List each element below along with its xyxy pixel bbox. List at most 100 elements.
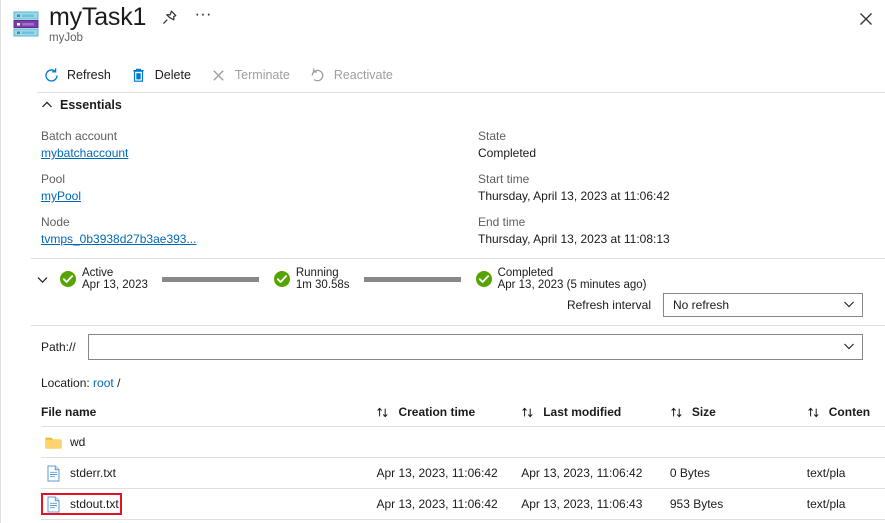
reactivate-button: Reactivate xyxy=(304,60,403,90)
terminate-button-label: Terminate xyxy=(234,68,290,82)
start-time-value: Thursday, April 13, 2023 at 11:06:42 xyxy=(478,189,670,203)
cell-file-name: wd xyxy=(41,431,376,453)
file-name-link[interactable]: stdout.txt xyxy=(41,493,122,515)
node-link[interactable]: tvmps_0b3938d27b3ae393... xyxy=(41,232,196,246)
sort-icon[interactable] xyxy=(807,406,820,419)
cell-creation-time: Apr 13, 2023, 11:06:42 xyxy=(376,497,498,511)
batch-task-icon xyxy=(11,10,41,38)
essentials-field-pool: Pool myPool xyxy=(41,171,461,205)
chevron-down-icon xyxy=(842,297,856,314)
table-header-row: File name Creation time Last modified Si… xyxy=(41,398,885,427)
terminate-icon xyxy=(209,65,229,85)
essentials-label: Essentials xyxy=(60,98,122,112)
timeline-connector-1 xyxy=(161,276,259,282)
refresh-interval-select[interactable]: No refresh xyxy=(663,293,863,317)
ellipsis-icon[interactable]: ··· xyxy=(193,5,213,28)
pool-link[interactable]: myPool xyxy=(41,189,81,203)
path-label: Path:// xyxy=(41,340,76,354)
terminate-button: Terminate xyxy=(205,60,300,90)
cell-last-modified: Apr 13, 2023, 11:06:43 xyxy=(521,497,643,511)
check-circle-icon xyxy=(59,270,77,288)
timeline-stage-running-text: Running 1m 30.58s xyxy=(296,267,350,292)
pool-label: Pool xyxy=(41,172,66,186)
timeline-stage-completed-name: Completed xyxy=(497,266,554,279)
delete-icon xyxy=(129,65,149,85)
refresh-button[interactable]: Refresh xyxy=(37,60,121,90)
reactivate-button-label: Reactivate xyxy=(333,68,393,82)
page-subtitle: myJob xyxy=(49,32,83,44)
refresh-button-label: Refresh xyxy=(67,68,111,82)
path-combobox[interactable] xyxy=(87,334,863,360)
cell-content-type: text/pla xyxy=(806,497,846,511)
file-name-text: wd xyxy=(70,435,86,449)
state-value: Completed xyxy=(478,146,537,160)
column-header-file-name-label: File name xyxy=(41,405,97,419)
table-row[interactable]: stdout.txt Apr 13, 2023, 11:06:42 Apr 13… xyxy=(41,489,885,520)
end-time-value: Thursday, April 13, 2023 at 11:08:13 xyxy=(478,232,670,246)
timeline-stage-completed-detail: Apr 13, 2023 (5 minutes ago) xyxy=(497,279,647,291)
essentials-right-column: State Completed Start time Thursday, Apr… xyxy=(478,128,858,257)
essentials-field-start-time: Start time Thursday, April 13, 2023 at 1… xyxy=(478,171,858,205)
cell-size: 0 Bytes xyxy=(669,466,710,480)
cell-size: 953 Bytes xyxy=(669,497,724,511)
close-icon[interactable] xyxy=(855,8,877,30)
cell-content-type: text/pla xyxy=(806,466,846,480)
chevron-down-icon[interactable] xyxy=(31,268,53,290)
start-time-label: Start time xyxy=(478,172,530,186)
state-label: State xyxy=(478,129,507,143)
chevron-down-icon[interactable] xyxy=(842,339,856,356)
column-header-last-modified[interactable]: Last modified xyxy=(521,405,670,419)
column-header-last-modified-label: Last modified xyxy=(543,405,622,419)
column-header-creation-time[interactable]: Creation time xyxy=(376,405,521,419)
delete-button[interactable]: Delete xyxy=(125,60,201,90)
batch-account-label: Batch account xyxy=(41,129,118,143)
sort-icon[interactable] xyxy=(670,406,683,419)
sort-icon[interactable] xyxy=(521,406,534,419)
column-header-creation-time-label: Creation time xyxy=(398,405,476,419)
path-input[interactable] xyxy=(96,339,842,355)
pin-icon[interactable] xyxy=(159,8,179,28)
refresh-interval-value: No refresh xyxy=(673,298,730,312)
column-header-content-type-label: Conten xyxy=(828,405,871,419)
timeline-stage-completed: Completed Apr 13, 2023 (5 minutes ago) xyxy=(475,267,647,292)
essentials-field-state: State Completed xyxy=(478,128,858,162)
file-table: File name Creation time Last modified Si… xyxy=(41,398,885,520)
column-header-content-type[interactable]: Conten xyxy=(807,405,885,419)
page-title: myTask1 xyxy=(49,3,147,31)
column-header-size[interactable]: Size xyxy=(670,405,807,419)
essentials-section-toggle[interactable]: Essentials xyxy=(41,98,122,112)
table-row[interactable]: stderr.txt Apr 13, 2023, 11:06:42 Apr 13… xyxy=(41,458,885,489)
cell-creation-time: Apr 13, 2023, 11:06:42 xyxy=(376,466,498,480)
timeline-stage-completed-text: Completed Apr 13, 2023 (5 minutes ago) xyxy=(498,267,647,292)
command-bar-divider xyxy=(37,92,885,93)
timeline-stage-active: Active Apr 13, 2023 xyxy=(59,267,148,292)
batch-account-link[interactable]: mybatchaccount xyxy=(41,146,128,160)
check-circle-icon xyxy=(475,270,493,288)
timeline-stage-running-name: Running xyxy=(295,266,339,279)
sort-icon[interactable] xyxy=(376,406,389,419)
folder-icon xyxy=(44,433,62,451)
node-label: Node xyxy=(41,215,70,229)
end-time-label: End time xyxy=(478,215,526,229)
command-bar: Refresh Delete Terminate Reactivate xyxy=(37,60,885,90)
path-row: Path:// xyxy=(41,334,863,360)
table-row[interactable]: wd xyxy=(41,427,885,458)
file-name-text: stdout.txt xyxy=(70,497,119,511)
timeline-divider xyxy=(31,325,885,326)
column-header-file-name[interactable]: File name xyxy=(41,405,376,419)
timeline-stage-active-text: Active Apr 13, 2023 xyxy=(82,267,148,292)
location-separator: / xyxy=(117,376,121,390)
refresh-interval-label: Refresh interval xyxy=(566,298,651,312)
reactivate-icon xyxy=(308,65,328,85)
essentials-field-batch-account: Batch account mybatchaccount xyxy=(41,128,461,162)
timeline-connector-2 xyxy=(363,276,461,282)
file-name-link[interactable]: stderr.txt xyxy=(41,462,119,484)
essentials-field-node: Node tvmps_0b3938d27b3ae393... xyxy=(41,214,461,248)
file-name-text: stderr.txt xyxy=(70,466,117,480)
file-name-link[interactable]: wd xyxy=(41,431,88,453)
task-state-timeline: Active Apr 13, 2023 Running 1m 30.58s Co… xyxy=(31,262,647,296)
cell-file-name: stdout.txt xyxy=(41,493,376,515)
location-root-link[interactable]: root xyxy=(93,376,114,390)
file-icon xyxy=(44,495,62,513)
check-circle-icon xyxy=(273,270,291,288)
